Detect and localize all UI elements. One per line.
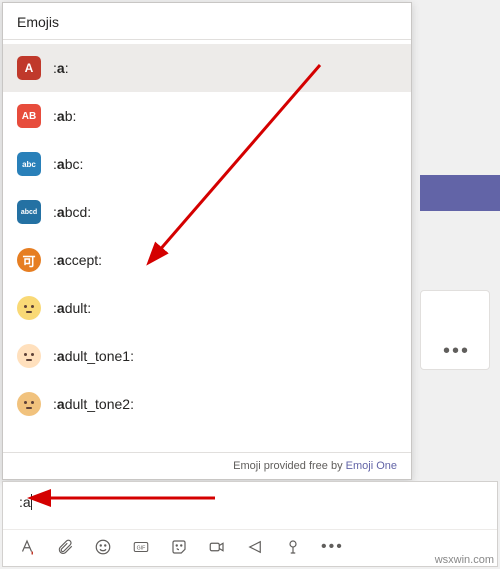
- compose-toolbar: GIF •••: [3, 529, 497, 566]
- stream-icon[interactable]: [245, 537, 265, 557]
- emoji-row[interactable]: abc :abc:: [3, 140, 411, 188]
- format-icon[interactable]: [17, 537, 37, 557]
- emoji-shortcode-label: :adult_tone2:: [53, 396, 134, 412]
- watermark: wsxwin.com: [435, 554, 494, 566]
- praise-icon[interactable]: [283, 537, 303, 557]
- gif-icon[interactable]: GIF: [131, 537, 151, 557]
- sticker-icon[interactable]: [169, 537, 189, 557]
- emoji-list[interactable]: A :a:AB :ab:abc :abc:abcd :abcd:可 :accept::ad…: [3, 40, 411, 452]
- compose-box: :a GIF •••: [2, 481, 498, 567]
- svg-text:GIF: GIF: [137, 545, 146, 551]
- emoji-shortcode-label: :abc:: [53, 156, 83, 172]
- meet-now-icon[interactable]: [207, 537, 227, 557]
- emoji-row[interactable]: A :a:: [3, 44, 411, 92]
- header-accent-bar: [420, 175, 500, 211]
- emoji-row[interactable]: abcd :abcd:: [3, 188, 411, 236]
- emoji-row[interactable]: :adult_tone2:: [3, 380, 411, 428]
- footer-text: Emoji provided free by: [233, 460, 346, 472]
- toolbar-more-icon[interactable]: •••: [321, 538, 344, 556]
- emoji-row[interactable]: :adult:: [3, 284, 411, 332]
- emoji-row[interactable]: AB :ab:: [3, 92, 411, 140]
- emoji-shortcode-label: :a:: [53, 60, 69, 76]
- emoji-glyph-icon: A: [17, 56, 41, 80]
- emoji-shortcode-label: :accept:: [53, 252, 102, 268]
- emoji-shortcode-label: :abcd:: [53, 204, 91, 220]
- message-input[interactable]: :a: [3, 482, 497, 529]
- emoji-picker-panel: Emojis A :a: AB :ab: abc :abc: abcd :abcd: 可 :acc…: [2, 2, 412, 480]
- emoji-glyph-icon: abc: [17, 152, 41, 176]
- emoji-row[interactable]: :adult_tone1:: [3, 332, 411, 380]
- emoji-glyph-icon: [17, 344, 41, 368]
- message-more-icon[interactable]: •••: [443, 340, 470, 363]
- emoji-glyph-icon: abcd: [17, 200, 41, 224]
- emoji-glyph-icon: AB: [17, 104, 41, 128]
- emoji-one-link[interactable]: Emoji One: [346, 460, 397, 472]
- emoji-glyph-icon: 可: [17, 248, 41, 272]
- emoji-glyph-icon: [17, 296, 41, 320]
- emoji-shortcode-label: :ab:: [53, 108, 76, 124]
- emoji-shortcode-label: :adult:: [53, 300, 91, 316]
- emoji-shortcode-label: :adult_tone1:: [53, 348, 134, 364]
- emoji-row[interactable]: 可 :accept:: [3, 236, 411, 284]
- emoji-panel-title: Emojis: [3, 3, 411, 40]
- emoji-glyph-icon: [17, 392, 41, 416]
- emoji-panel-footer: Emoji provided free by Emoji One: [3, 452, 411, 479]
- attach-icon[interactable]: [55, 537, 75, 557]
- emoji-icon[interactable]: [93, 537, 113, 557]
